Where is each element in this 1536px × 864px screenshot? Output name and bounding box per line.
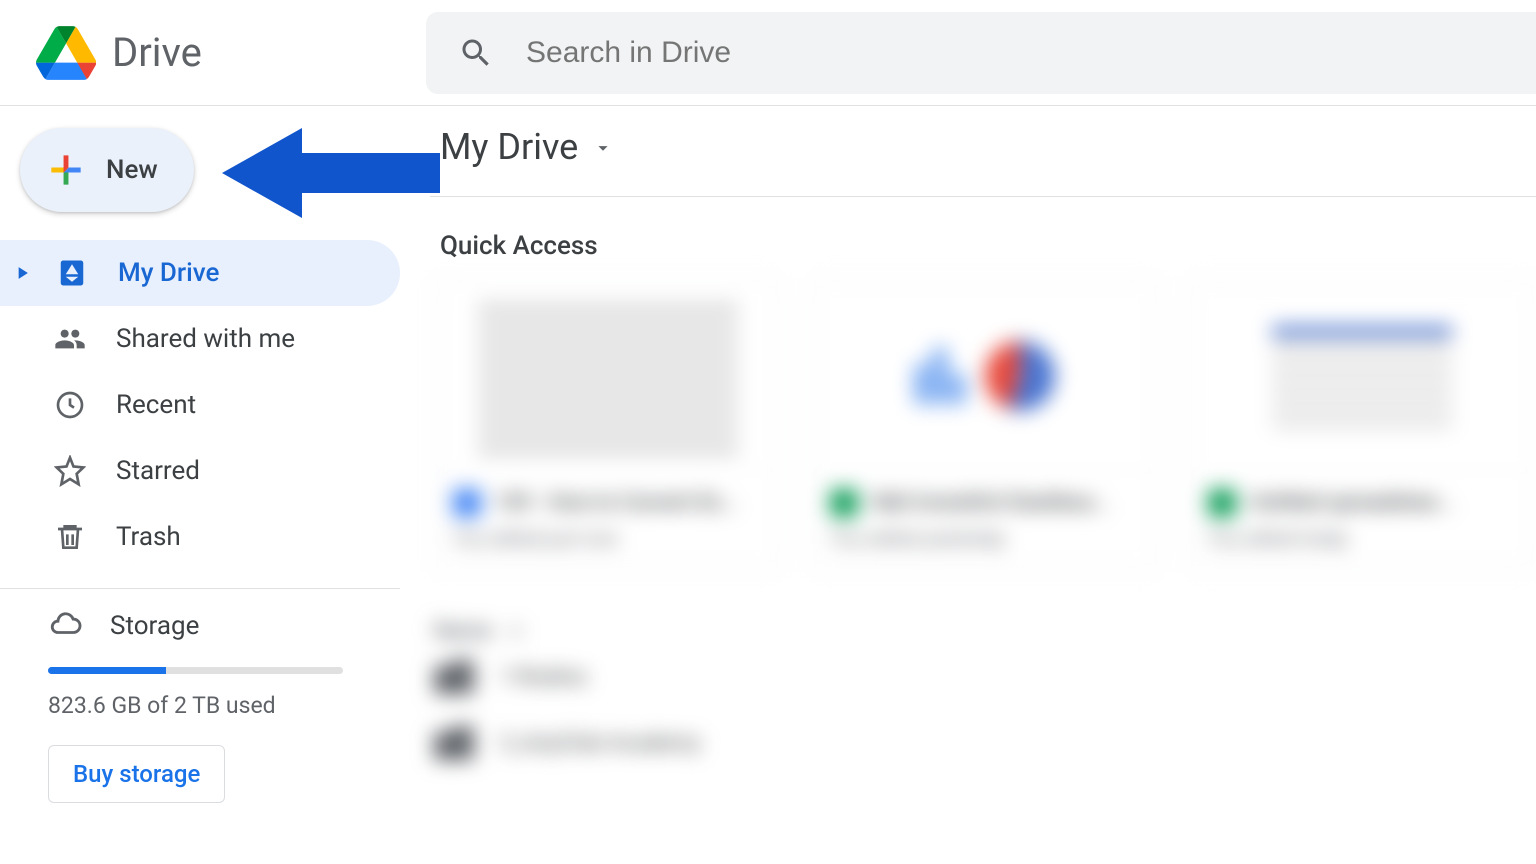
quick-access-card[interactable]: Náš Investiční Dashboa... You edited yes… [811,280,1158,569]
column-header-name[interactable]: Name [434,619,1536,644]
nav-item-recent[interactable]: Recent [0,372,400,438]
nav-label: Recent [116,390,196,420]
mydrive-icon [54,255,90,291]
expand-arrow-icon[interactable] [8,263,36,283]
search-bar[interactable] [426,12,1536,94]
folder-icon [434,660,474,694]
new-button[interactable]: New [20,128,194,212]
cloud-icon [48,607,82,645]
file-title: Untitled spreadshee... [1250,491,1455,515]
file-title: 109 - How to Convert Ex... [495,491,739,515]
folder-row[interactable]: 1-Rodina [434,644,1536,710]
quick-access-card[interactable]: Untitled spreadshee... You edited today [1189,280,1536,569]
sort-arrow-icon [506,622,526,642]
storage-fill [48,667,166,674]
search-icon [458,35,494,71]
storage-label: Storage [110,611,199,641]
folder-icon [434,726,474,760]
nav-label: Starred [116,456,200,486]
new-button-label: New [106,155,158,185]
sheets-icon [1208,489,1236,517]
docs-icon [453,489,481,517]
nav-item-my-drive[interactable]: My Drive [0,240,400,306]
nav-item-trash[interactable]: Trash [0,504,400,570]
nav-label: Shared with me [116,324,295,354]
nav-item-starred[interactable]: Starred [0,438,400,504]
app-logo[interactable]: Drive [36,26,426,80]
file-subtitle: You edited just now [453,527,762,550]
chevron-down-icon [592,126,614,168]
sidebar: New My Drive Shared with me Recent [0,106,400,864]
folder-name: 1-Rodina [500,665,586,690]
buy-storage-button[interactable]: Buy storage [48,745,225,803]
divider [0,588,400,589]
sheets-icon [830,489,858,517]
shared-icon [52,321,88,357]
recent-icon [52,387,88,423]
search-input[interactable] [526,36,1226,70]
nav-label: My Drive [118,258,219,288]
header: Drive [0,0,1536,106]
nav-label: Trash [116,522,181,552]
breadcrumb-title: My Drive [440,126,578,168]
folder-name: 3_AnyClub Academy [500,731,700,756]
nav-list: My Drive Shared with me Recent Starred T… [20,240,400,570]
nav-item-storage[interactable]: Storage [20,607,400,645]
breadcrumb[interactable]: My Drive [440,126,1536,196]
quick-access-heading: Quick Access [440,231,1536,261]
trash-icon [52,519,88,555]
quick-access-card[interactable]: 109 - How to Convert Ex... You edited ju… [434,280,781,569]
nav-item-shared[interactable]: Shared with me [0,306,400,372]
file-subtitle: You edited yesterday [830,527,1139,550]
file-subtitle: You edited today [1208,527,1517,550]
divider [430,196,1536,197]
app-name: Drive [112,29,202,76]
file-title: Náš Investiční Dashboa... [872,491,1110,515]
plus-icon [44,148,88,192]
drive-logo-icon [36,26,96,80]
storage-used-text: 823.6 GB of 2 TB used [48,692,400,719]
storage-bar [48,667,343,674]
starred-icon [52,453,88,489]
folder-row[interactable]: 3_AnyClub Academy [434,710,1536,776]
blurred-content: 109 - How to Convert Ex... You edited ju… [410,280,1536,864]
